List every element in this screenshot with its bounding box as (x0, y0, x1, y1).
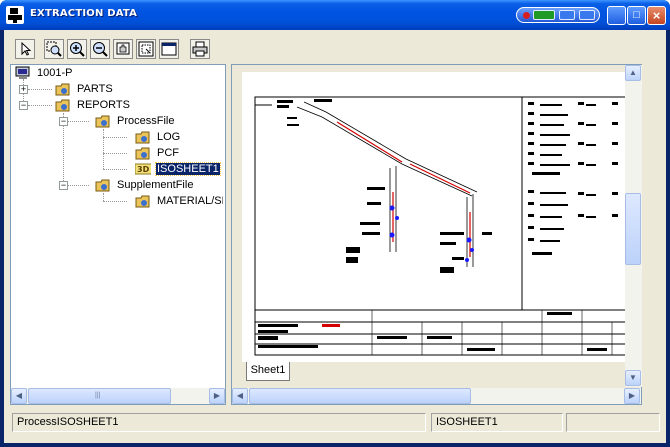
isometric-drawing-canvas[interactable] (242, 72, 642, 362)
title-bar[interactable]: EXTRACTION DATA _ □ × (0, 0, 670, 30)
zoom-in-button[interactable] (67, 39, 87, 59)
tree-connector (103, 153, 127, 154)
tree-label-supplementfile: SupplementFile (117, 179, 194, 191)
isometric-drawing (254, 96, 641, 356)
scroll-right-button[interactable]: ▶ (209, 388, 225, 404)
tree-item-isosheet1[interactable]: 3D ISOSHEET1 (135, 162, 221, 178)
tree-item-parts[interactable]: + PARTS (19, 82, 219, 98)
client-area: 1001-P + PARTS − REPORTS − ProcessFile L… (4, 30, 666, 443)
status-path: ProcessISOSHEET1 (12, 413, 426, 432)
tree-connector (103, 193, 104, 201)
file-folder-icon (95, 115, 110, 128)
scroll-right-button[interactable]: ▶ (624, 388, 640, 404)
tree-horizontal-scrollbar[interactable]: ◀ ||| ▶ (11, 388, 225, 404)
file-folder-icon (95, 179, 110, 192)
tree-connector (103, 169, 127, 170)
tree-connector (103, 201, 127, 202)
zoom-window-button[interactable] (44, 39, 64, 59)
document-icon (135, 131, 150, 144)
display-icon (559, 10, 575, 20)
drawing-panel: ▲ ▼ Sheet1 ◀ ▶ (231, 64, 642, 405)
tree-label-reports: REPORTS (77, 99, 130, 111)
zoom-out-icon (93, 42, 108, 57)
parts-folder-icon (55, 83, 70, 96)
close-button[interactable]: × (647, 6, 666, 25)
pan-icon (116, 42, 130, 55)
scroll-thumb[interactable] (625, 193, 641, 265)
tree-item-reports[interactable]: − REPORTS (19, 98, 219, 114)
scroll-thumb[interactable]: ||| (28, 388, 171, 404)
status-bar: ProcessISOSHEET1 ISOSHEET1 (4, 409, 666, 443)
tree-item-log[interactable]: LOG (135, 130, 219, 146)
tree-item-material[interactable]: MATERIAL/SH (135, 194, 223, 210)
zoom-window-icon (46, 41, 62, 57)
window-title: EXTRACTION DATA (30, 8, 138, 19)
tree-connector (103, 137, 127, 138)
select-pointer-button[interactable] (15, 39, 35, 59)
tab-sheet1[interactable]: Sheet1 (246, 362, 290, 381)
scroll-thumb[interactable] (249, 388, 471, 404)
reports-folder-icon (55, 99, 70, 112)
tree-item-supplementfile[interactable]: − SupplementFile (59, 178, 219, 194)
app-window: EXTRACTION DATA _ □ × 1001-P + PARTS − R… (0, 0, 670, 447)
expand-plus-icon[interactable]: + (19, 85, 28, 94)
scroll-down-button[interactable]: ▼ (625, 370, 641, 386)
tree-label-isosheet1: ISOSHEET1 (155, 162, 221, 176)
minimize-button[interactable]: _ (607, 6, 626, 26)
red-dot-icon (523, 12, 530, 19)
close-icon: × (652, 8, 661, 23)
print-button[interactable] (190, 39, 210, 59)
3d-drawing-icon: 3D (135, 163, 151, 175)
tree-label-pcf: PCF (157, 147, 179, 159)
app-icon[interactable] (6, 6, 24, 24)
collapse-minus-icon[interactable]: − (19, 101, 28, 110)
tree-label-material: MATERIAL/SH (157, 195, 223, 207)
tree-item-pcf[interactable]: PCF (135, 146, 219, 162)
tree-panel: 1001-P + PARTS − REPORTS − ProcessFile L… (10, 64, 226, 405)
window-view-button[interactable] (159, 39, 179, 59)
status-extra (566, 413, 660, 432)
tree-connector (103, 129, 104, 169)
scroll-up-button[interactable]: ▲ (625, 65, 641, 81)
tree-item-processfile[interactable]: − ProcessFile (59, 114, 219, 130)
tree-label-log: LOG (157, 131, 181, 143)
fit-all-icon (138, 41, 154, 57)
collapse-minus-icon[interactable]: − (59, 117, 68, 126)
document-icon (135, 147, 150, 160)
arrow-pointer-icon (21, 41, 32, 56)
scroll-left-button[interactable]: ◀ (11, 388, 27, 404)
minimize-icon: _ (612, 11, 621, 26)
toolbar (4, 30, 666, 64)
maximize-button[interactable]: □ (627, 6, 646, 25)
printer-icon (192, 41, 208, 57)
nvidia-logo-icon (533, 10, 555, 20)
document-icon (135, 195, 150, 208)
status-item: ISOSHEET1 (431, 413, 563, 432)
scroll-left-button[interactable]: ◀ (232, 388, 248, 404)
zoom-out-button[interactable] (90, 39, 110, 59)
collapse-minus-icon[interactable]: − (59, 181, 68, 190)
maximize-icon: □ (633, 9, 640, 21)
zoom-in-icon (70, 42, 85, 57)
pan-button[interactable] (113, 39, 133, 59)
fit-all-button[interactable] (136, 39, 156, 59)
svg-text:3D: 3D (137, 165, 150, 174)
window-manager-icon (579, 10, 595, 20)
nvidia-toolbar-pill[interactable] (516, 7, 600, 23)
tree-item-root[interactable]: 1001-P (15, 66, 215, 82)
drawing-horizontal-scrollbar[interactable]: ◀ ▶ (232, 388, 641, 404)
tree-label-root: 1001-P (37, 67, 73, 79)
grip-icon: ||| (95, 392, 101, 399)
tree-label-processfile: ProcessFile (117, 115, 175, 127)
window-icon (161, 42, 177, 56)
tree-label-parts: PARTS (77, 83, 113, 95)
computer-icon (15, 66, 30, 79)
drawing-vertical-scrollbar[interactable]: ▲ ▼ (625, 65, 642, 387)
